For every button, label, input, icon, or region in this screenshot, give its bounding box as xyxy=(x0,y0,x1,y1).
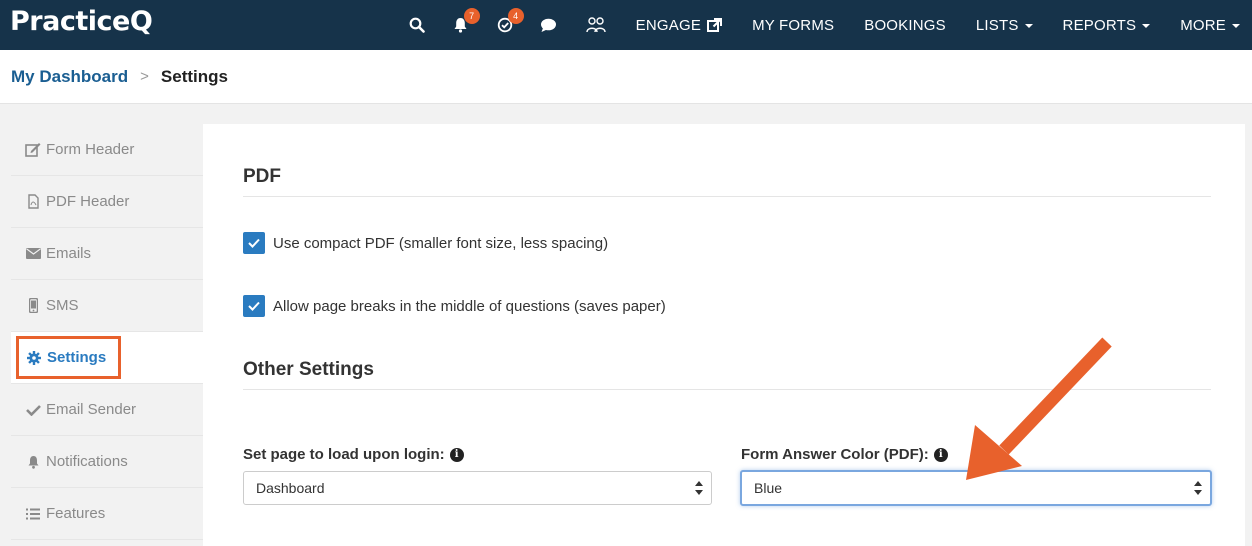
pdf-divider xyxy=(243,196,1211,197)
select-arrows-icon xyxy=(1194,481,1202,495)
list-icon xyxy=(25,506,41,522)
nav-right: 7 4 ENGAGE MY FORMS BOOKINGS LISTS REPOR… xyxy=(395,0,1252,50)
settings-sidebar: Form Header PDF Header Emails SMS Settin… xyxy=(11,124,203,540)
sidebar-item-settings[interactable]: Settings xyxy=(11,332,203,384)
sidebar-item-label: Form Header xyxy=(46,141,135,158)
caret-down-icon xyxy=(1024,24,1033,28)
page-breaks-row: Allow page breaks in the middle of quest… xyxy=(243,295,666,317)
top-nav: PracticeQ 7 4 ENGAGE MY FORMS BOOKINGS L… xyxy=(0,0,1252,50)
select-arrows-icon xyxy=(695,481,703,495)
load-page-select[interactable]: Dashboard xyxy=(243,471,712,505)
sidebar-item-label: Email Sender xyxy=(46,401,137,418)
notifications-badge: 7 xyxy=(463,8,480,24)
sidebar-item-label: Notifications xyxy=(46,453,128,470)
other-settings-title: Other Settings xyxy=(243,359,374,380)
active-highlight-box: Settings xyxy=(16,336,121,379)
sidebar-item-label: PDF Header xyxy=(46,193,130,210)
gear-icon xyxy=(26,350,42,366)
settings-panel: PDF Use compact PDF (smaller font size, … xyxy=(203,124,1245,546)
nav-more-label: MORE xyxy=(1180,16,1226,34)
sidebar-item-form-header[interactable]: Form Header xyxy=(11,124,203,176)
pdf-file-icon xyxy=(25,194,41,210)
sidebar-item-sms[interactable]: SMS xyxy=(11,280,203,332)
sidebar-item-label: Settings xyxy=(47,349,107,366)
info-icon[interactable]: i xyxy=(449,447,464,462)
tasks-badge: 4 xyxy=(507,8,524,24)
load-page-field-label: Set page to load upon login: i xyxy=(243,446,464,463)
edit-icon xyxy=(25,142,41,158)
chat-icon[interactable] xyxy=(527,0,571,50)
external-link-icon xyxy=(707,17,723,32)
sidebar-item-pdf-header[interactable]: PDF Header xyxy=(11,176,203,228)
sidebar-item-label: SMS xyxy=(46,297,79,314)
nav-bookings[interactable]: BOOKINGS xyxy=(849,0,961,50)
other-settings-divider xyxy=(243,389,1211,390)
pdf-section-title: PDF xyxy=(243,166,281,187)
caret-down-icon xyxy=(1232,24,1240,28)
breadcrumb: My Dashboard > Settings xyxy=(0,50,1252,104)
logo-q: Q xyxy=(129,6,153,37)
search-icon[interactable] xyxy=(395,0,439,50)
sidebar-item-label: Features xyxy=(46,505,106,522)
bell-icon[interactable]: 7 xyxy=(439,0,483,50)
checkmark-icon xyxy=(248,301,260,311)
info-icon[interactable]: i xyxy=(933,447,948,462)
answer-color-label: Form Answer Color (PDF): xyxy=(741,446,929,463)
nav-reports[interactable]: REPORTS xyxy=(1048,0,1166,50)
sidebar-item-notifications[interactable]: Notifications xyxy=(11,436,203,488)
nav-lists-label: LISTS xyxy=(975,16,1019,34)
nav-engage-label: ENGAGE xyxy=(635,16,702,34)
load-page-label: Set page to load upon login: xyxy=(243,446,445,463)
compact-pdf-row: Use compact PDF (smaller font size, less… xyxy=(243,232,608,254)
sidebar-item-features[interactable]: Features xyxy=(11,488,203,540)
nav-bookings-label: BOOKINGS xyxy=(864,16,946,34)
sidebar-item-emails[interactable]: Emails xyxy=(11,228,203,280)
sidebar-item-label: Emails xyxy=(46,245,92,262)
tasks-check-icon[interactable]: 4 xyxy=(483,0,527,50)
nav-engage[interactable]: ENGAGE xyxy=(621,0,737,50)
breadcrumb-separator: > xyxy=(140,68,149,85)
mobile-icon xyxy=(25,298,41,314)
answer-color-select[interactable]: Blue xyxy=(740,470,1212,506)
answer-color-field-label: Form Answer Color (PDF): i xyxy=(741,446,948,463)
nav-my-forms[interactable]: MY FORMS xyxy=(737,0,849,50)
caret-down-icon xyxy=(1142,24,1151,28)
compact-pdf-checkbox[interactable] xyxy=(243,232,265,254)
nav-lists[interactable]: LISTS xyxy=(961,0,1048,50)
group-icon[interactable] xyxy=(571,0,621,50)
checkmark-icon xyxy=(248,238,260,248)
page-breaks-label[interactable]: Allow page breaks in the middle of quest… xyxy=(273,298,666,315)
practiceq-logo[interactable]: PracticeQ xyxy=(10,6,153,37)
logo-text: Practice xyxy=(10,6,130,37)
nav-reports-label: REPORTS xyxy=(1062,16,1137,34)
check-icon xyxy=(25,402,41,418)
load-page-value: Dashboard xyxy=(256,480,325,496)
page-title: Settings xyxy=(160,66,228,86)
nav-more[interactable]: MORE xyxy=(1165,0,1252,50)
answer-color-value: Blue xyxy=(754,480,783,496)
sidebar-item-email-sender[interactable]: Email Sender xyxy=(11,384,203,436)
nav-my-forms-label: MY FORMS xyxy=(752,16,835,34)
breadcrumb-dashboard-link[interactable]: My Dashboard xyxy=(11,67,128,87)
compact-pdf-label[interactable]: Use compact PDF (smaller font size, less… xyxy=(273,235,608,252)
envelope-icon xyxy=(25,246,41,262)
bell-icon xyxy=(25,454,41,470)
page-breaks-checkbox[interactable] xyxy=(243,295,265,317)
